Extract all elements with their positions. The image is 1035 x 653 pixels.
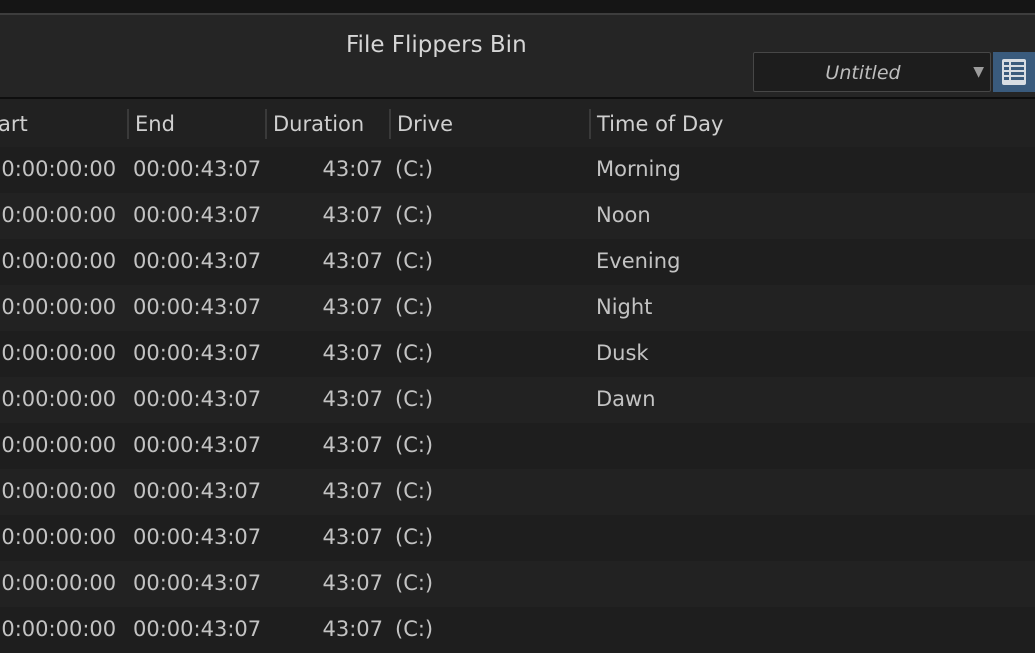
list-view-icon [1002, 59, 1026, 85]
cell-start: 00:00:00:00 [0, 571, 117, 595]
column-resize-handle[interactable] [127, 109, 129, 139]
cell-drive: (C:) [395, 617, 434, 641]
cell-duration: 43:07 [322, 571, 383, 595]
table-row[interactable]: 00:00:00:00 00:00:43:07 43:07 (C:) [0, 561, 1035, 607]
table-row[interactable]: 00:00:00:00 00:00:43:07 43:07 (C:) Dusk [0, 331, 1035, 377]
top-strip [0, 0, 1035, 13]
cell-duration: 43:07 [322, 295, 383, 319]
table-row[interactable]: 00:00:00:00 00:00:43:07 43:07 (C:) [0, 607, 1035, 653]
cell-start: 00:00:00:00 [0, 341, 117, 365]
cell-start: 00:00:00:00 [0, 249, 117, 273]
cell-end: 00:00:43:07 [133, 203, 262, 227]
cell-time-of-day: Evening [596, 249, 681, 273]
cell-drive: (C:) [395, 157, 434, 181]
cell-end: 00:00:43:07 [133, 249, 262, 273]
cell-start: 00:00:00:00 [0, 157, 117, 181]
bin-title: File Flippers Bin [346, 32, 527, 58]
cell-duration: 43:07 [322, 617, 383, 641]
cell-end: 00:00:43:07 [133, 341, 262, 365]
cell-duration: 43:07 [322, 525, 383, 549]
table-row[interactable]: 00:00:00:00 00:00:43:07 43:07 (C:) Night [0, 285, 1035, 331]
table-row[interactable]: 00:00:00:00 00:00:43:07 43:07 (C:) Eveni… [0, 239, 1035, 285]
cell-drive: (C:) [395, 295, 434, 319]
chevron-down-icon: ▼ [973, 64, 984, 80]
cell-duration: 43:07 [322, 433, 383, 457]
cell-drive: (C:) [395, 341, 434, 365]
cell-end: 00:00:43:07 [133, 571, 262, 595]
table-row[interactable]: 00:00:00:00 00:00:43:07 43:07 (C:) Dawn [0, 377, 1035, 423]
cell-start: 00:00:00:00 [0, 433, 117, 457]
column-header-time-of-day[interactable]: Time of Day [597, 112, 723, 136]
column-resize-handle[interactable] [589, 109, 591, 139]
cell-duration: 43:07 [322, 157, 383, 181]
cell-end: 00:00:43:07 [133, 525, 262, 549]
table-row[interactable]: 00:00:00:00 00:00:43:07 43:07 (C:) [0, 423, 1035, 469]
cell-drive: (C:) [395, 479, 434, 503]
bin-view-dropdown[interactable]: Untitled ▼ [753, 52, 991, 92]
cell-duration: 43:07 [322, 249, 383, 273]
cell-start: 00:00:00:00 [0, 479, 117, 503]
cell-time-of-day: Morning [596, 157, 682, 181]
column-header-end[interactable]: End [135, 112, 175, 136]
column-resize-handle[interactable] [389, 109, 391, 139]
cell-drive: (C:) [395, 249, 434, 273]
bin-view-name: Untitled [825, 62, 901, 84]
cell-time-of-day: Dusk [596, 341, 649, 365]
column-header-drive[interactable]: Drive [397, 112, 453, 136]
bin-header: File Flippers Bin Untitled ▼ [0, 15, 1035, 98]
cell-start: 00:00:00:00 [0, 203, 117, 227]
cell-start: 00:00:00:00 [0, 525, 117, 549]
cell-duration: 43:07 [322, 479, 383, 503]
table-row[interactable]: 00:00:00:00 00:00:43:07 43:07 (C:) [0, 515, 1035, 561]
cell-start: 00:00:00:00 [0, 295, 117, 319]
cell-drive: (C:) [395, 433, 434, 457]
cell-time-of-day: Dawn [596, 387, 656, 411]
cell-end: 00:00:43:07 [133, 157, 262, 181]
table-row[interactable]: 00:00:00:00 00:00:43:07 43:07 (C:) [0, 469, 1035, 515]
cell-start: 00:00:00:00 [0, 617, 117, 641]
list-view-button[interactable] [993, 52, 1035, 92]
cell-drive: (C:) [395, 571, 434, 595]
column-header-row: art End Duration Drive Time of Day [0, 99, 1035, 147]
cell-duration: 43:07 [322, 387, 383, 411]
cell-duration: 43:07 [322, 341, 383, 365]
column-resize-handle[interactable] [265, 109, 267, 139]
clip-table: 00:00:00:00 00:00:43:07 43:07 (C:) Morni… [0, 147, 1035, 653]
cell-time-of-day: Night [596, 295, 653, 319]
cell-drive: (C:) [395, 203, 434, 227]
cell-start: 00:00:00:00 [0, 387, 117, 411]
cell-end: 00:00:43:07 [133, 387, 262, 411]
cell-end: 00:00:43:07 [133, 433, 262, 457]
column-header-duration[interactable]: Duration [273, 112, 364, 136]
cell-duration: 43:07 [322, 203, 383, 227]
cell-end: 00:00:43:07 [133, 295, 262, 319]
table-row[interactable]: 00:00:00:00 00:00:43:07 43:07 (C:) Noon [0, 193, 1035, 239]
cell-drive: (C:) [395, 525, 434, 549]
column-header-start[interactable]: art [0, 112, 28, 136]
cell-drive: (C:) [395, 387, 434, 411]
cell-time-of-day: Noon [596, 203, 651, 227]
table-row[interactable]: 00:00:00:00 00:00:43:07 43:07 (C:) Morni… [0, 147, 1035, 193]
cell-end: 00:00:43:07 [133, 617, 262, 641]
cell-end: 00:00:43:07 [133, 479, 262, 503]
